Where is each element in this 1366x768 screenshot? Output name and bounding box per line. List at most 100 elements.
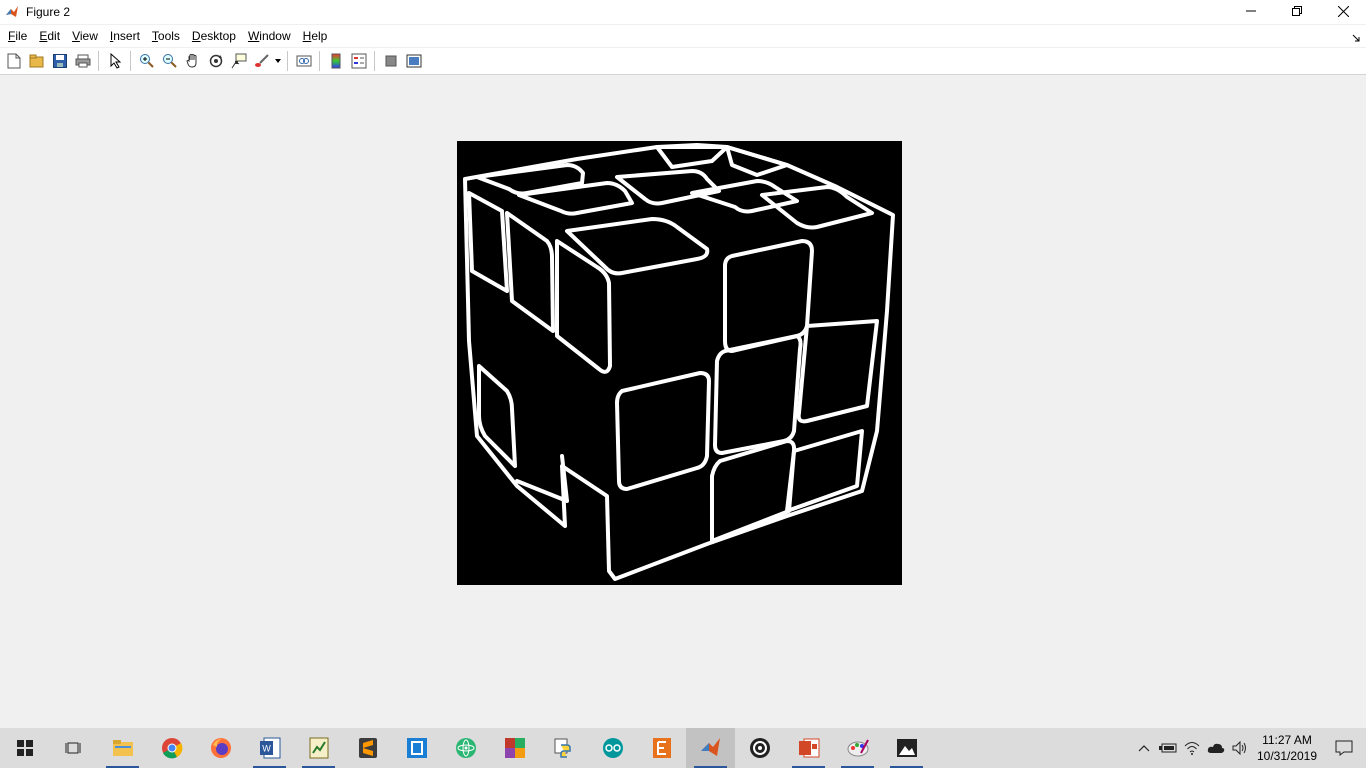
window-title: Figure 2: [26, 5, 71, 19]
new-figure-icon: [7, 53, 20, 69]
menu-window[interactable]: Window: [242, 26, 297, 46]
taskbar-winrar[interactable]: [490, 728, 539, 768]
menu-desktop[interactable]: Desktop: [186, 26, 242, 46]
start-icon: [16, 740, 33, 756]
taskbar-obs[interactable]: [735, 728, 784, 768]
clock-date: 10/31/2019: [1256, 749, 1318, 763]
zoom-out-icon: [162, 54, 177, 68]
hide-plot-tools-icon: [385, 55, 396, 67]
menu-file[interactable]: File: [2, 26, 33, 46]
start-button[interactable]: [0, 728, 49, 768]
menu-view[interactable]: View: [66, 26, 104, 46]
link-plot-button[interactable]: [292, 50, 315, 72]
sublime-icon: [358, 738, 377, 758]
minimize-button[interactable]: [1228, 0, 1274, 22]
menu-bar: File Edit View Insert Tools Desktop Wind…: [0, 25, 1366, 47]
menu-insert[interactable]: Insert: [104, 26, 146, 46]
paint-icon: [847, 739, 869, 757]
menu-edit[interactable]: Edit: [33, 26, 66, 46]
link-plot-icon: [296, 55, 311, 67]
rotate-3d-icon: [209, 54, 222, 68]
taskbar-paint[interactable]: [833, 728, 882, 768]
print-button[interactable]: [71, 50, 94, 72]
show-plot-tools-icon: [406, 54, 421, 68]
action-center-button[interactable]: [1322, 728, 1366, 768]
zoom-in-button[interactable]: [135, 50, 158, 72]
show-plot-tools-button[interactable]: [402, 50, 425, 72]
save-icon: [52, 54, 67, 68]
task-view-button[interactable]: [49, 728, 98, 768]
zoom-in-icon: [139, 54, 154, 68]
print-icon: [75, 54, 90, 68]
clock-time: 11:27 AM: [1262, 733, 1312, 747]
editor-icon: [652, 738, 671, 758]
sheets-icon: [309, 737, 328, 759]
tray-volume[interactable]: [1228, 728, 1252, 768]
edit-plot-button[interactable]: [103, 50, 126, 72]
taskbar: W 11:27 AM 10/31/2019: [0, 728, 1366, 768]
taskbar-python[interactable]: [539, 728, 588, 768]
toolbar-separator: [287, 51, 288, 71]
dropdown-arrow-icon: [275, 59, 281, 63]
taskbar-notepad[interactable]: [392, 728, 441, 768]
open-file-icon: [29, 54, 43, 68]
wifi-icon: [1184, 742, 1200, 755]
data-cursor-icon: [231, 53, 246, 69]
hide-plot-tools-button[interactable]: [379, 50, 402, 72]
toolbar-separator: [319, 51, 320, 71]
tray-wifi[interactable]: [1180, 728, 1204, 768]
system-tray: 11:27 AM 10/31/2019: [1132, 728, 1366, 768]
toolbar-separator: [130, 51, 131, 71]
taskbar-atom[interactable]: [441, 728, 490, 768]
tray-battery[interactable]: [1156, 728, 1180, 768]
pan-icon: [185, 54, 196, 68]
taskbar-file-explorer[interactable]: [98, 728, 147, 768]
cloud-icon: [1207, 743, 1225, 753]
taskbar-clock[interactable]: 11:27 AM 10/31/2019: [1252, 732, 1322, 764]
new-figure-button[interactable]: [2, 50, 25, 72]
winrar-icon: [504, 738, 525, 758]
rotate-3d-button[interactable]: [204, 50, 227, 72]
taskbar-photos[interactable]: [882, 728, 931, 768]
atom-icon: [455, 738, 476, 758]
firefox-icon: [210, 738, 231, 758]
brush-button[interactable]: [250, 50, 273, 72]
tray-onedrive[interactable]: [1204, 728, 1228, 768]
arduino-icon: [602, 738, 623, 758]
volume-icon: [1232, 741, 1246, 755]
taskbar-matlab[interactable]: [686, 728, 735, 768]
chrome-icon: [161, 738, 182, 759]
close-button[interactable]: [1320, 0, 1366, 22]
pan-button[interactable]: [181, 50, 204, 72]
figure-toolbar: [0, 48, 1366, 75]
data-cursor-button[interactable]: [227, 50, 250, 72]
chevron-up-icon: [1138, 745, 1150, 752]
taskbar-word[interactable]: W: [245, 728, 294, 768]
insert-legend-button[interactable]: [347, 50, 370, 72]
colorbar-icon: [331, 53, 340, 69]
taskbar-chrome[interactable]: [147, 728, 196, 768]
matlab-logo-icon: [4, 4, 20, 20]
taskbar-firefox[interactable]: [196, 728, 245, 768]
menu-tools[interactable]: Tools: [146, 26, 186, 46]
insert-colorbar-button[interactable]: [324, 50, 347, 72]
zoom-out-button[interactable]: [158, 50, 181, 72]
notification-icon: [1335, 740, 1353, 756]
taskbar-powerpoint[interactable]: [784, 728, 833, 768]
taskbar-editor[interactable]: [637, 728, 686, 768]
dock-arrow-icon[interactable]: [1352, 31, 1360, 45]
brush-dropdown[interactable]: [273, 50, 283, 72]
matlab-icon: [700, 738, 720, 756]
taskbar-arduino[interactable]: [588, 728, 637, 768]
tray-show-hidden[interactable]: [1132, 728, 1156, 768]
save-button[interactable]: [48, 50, 71, 72]
legend-icon: [351, 53, 366, 69]
toolbar-separator: [98, 51, 99, 71]
menu-help[interactable]: Help: [297, 26, 334, 46]
edge-image[interactable]: [457, 141, 902, 585]
task-view-icon: [65, 742, 80, 754]
open-file-button[interactable]: [25, 50, 48, 72]
restore-button[interactable]: [1274, 0, 1320, 22]
taskbar-sublime[interactable]: [343, 728, 392, 768]
taskbar-sheets[interactable]: [294, 728, 343, 768]
